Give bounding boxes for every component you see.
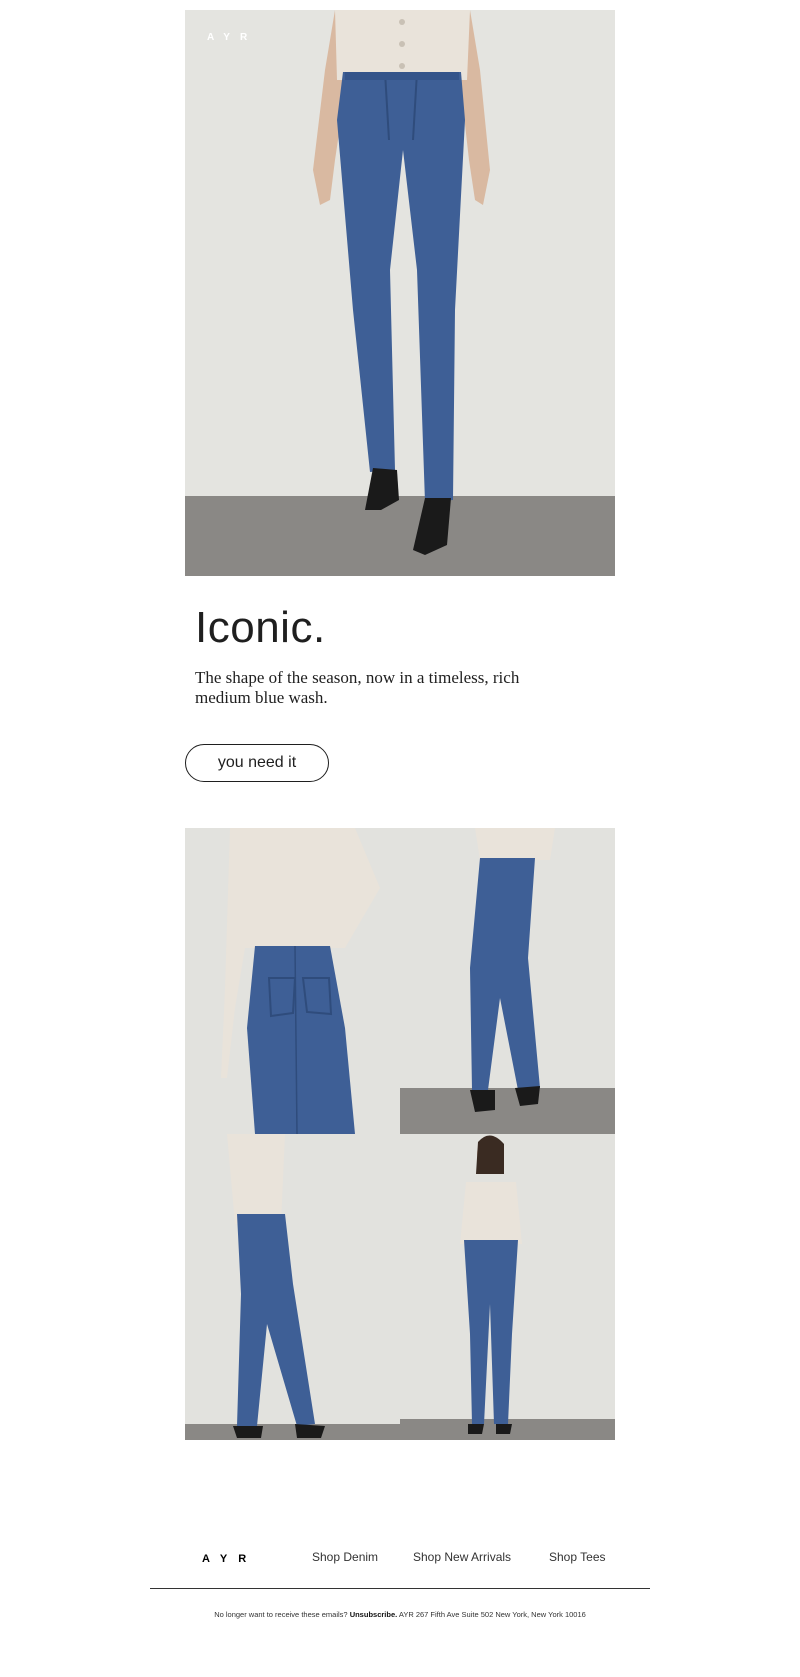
gallery-photo-3 xyxy=(185,1134,400,1440)
footer-logo[interactable]: AYR xyxy=(202,1553,257,1565)
gallery-photo-2 xyxy=(400,828,615,1134)
gallery-image-side-view[interactable] xyxy=(400,828,615,1134)
headline: Iconic. xyxy=(195,603,326,652)
legal-prefix: No longer want to receive these emails? xyxy=(214,1610,348,1619)
company-address: AYR 267 Fifth Ave Suite 502 New York, Ne… xyxy=(398,1610,586,1619)
you-need-it-button[interactable]: you need it xyxy=(185,744,329,782)
gallery-image-front-view[interactable] xyxy=(400,1134,615,1440)
shop-new-arrivals-link[interactable]: Shop New Arrivals xyxy=(413,1550,511,1564)
legal-footer: No longer want to receive these emails? … xyxy=(0,1610,800,1619)
footer-divider xyxy=(150,1588,650,1589)
unsubscribe-link[interactable]: Unsubscribe. xyxy=(350,1610,398,1619)
gallery-image-back-view[interactable] xyxy=(185,828,400,1134)
gallery-photo-1 xyxy=(185,828,400,1134)
subheadline: The shape of the season, now in a timele… xyxy=(195,668,520,707)
hero-image[interactable]: AYR xyxy=(185,10,615,576)
hero-logo: AYR xyxy=(207,32,258,43)
shop-tees-link[interactable]: Shop Tees xyxy=(549,1550,606,1564)
gallery-photo-4 xyxy=(400,1134,615,1440)
hero-photo xyxy=(185,10,615,576)
gallery-image-side-back-view[interactable] xyxy=(185,1134,400,1440)
shop-denim-link[interactable]: Shop Denim xyxy=(312,1550,378,1564)
